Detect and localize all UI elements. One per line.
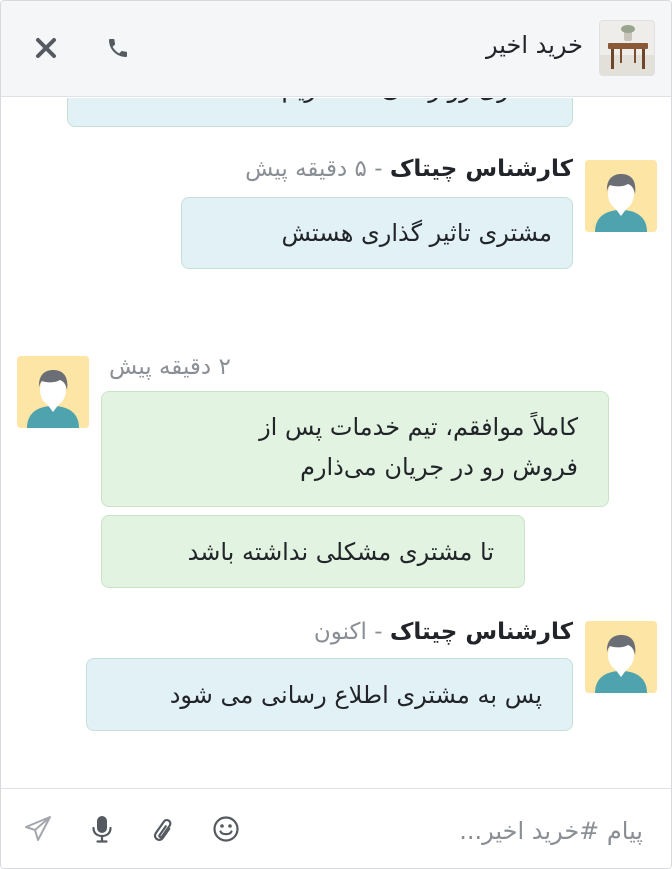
message-author: کارشناس چیتاک: [389, 619, 573, 645]
message-bubble: کاملاً موافقم، تیم خدمات پس از فروش رو د…: [101, 391, 609, 507]
message-time: - اکنون: [313, 619, 390, 645]
avatar: [17, 356, 89, 428]
message-text-line: فروش رو در جریان می‌ذارم: [300, 453, 578, 481]
chat-header: خرید اخیر: [1, 1, 671, 97]
voice-button[interactable]: [85, 811, 119, 847]
message-time: - ۵ دقیقه پیش: [245, 156, 390, 182]
user-avatar-icon: [585, 160, 657, 232]
chat-window: خرید اخیر مشتری رو راضی نگه داریم: [0, 0, 672, 869]
message-list[interactable]: مشتری رو راضی نگه داریم کارشناس چیتاک - …: [1, 98, 671, 788]
message-text: پس به مشتری اطلاع رسانی می شود: [169, 681, 542, 709]
avatar: [585, 160, 657, 232]
attach-button[interactable]: [145, 811, 179, 847]
microphone-icon: [92, 816, 112, 843]
close-button[interactable]: [31, 31, 61, 65]
user-avatar-icon: [585, 621, 657, 693]
message-bubble: کاملاً موافقم، تیم خدمات پس از مشتری تاث…: [181, 197, 573, 269]
message-input[interactable]: [343, 813, 643, 849]
message-bubble: پس به مشتری اطلاع رسانی می شود: [86, 658, 573, 731]
channel-thumbnail: [599, 20, 655, 76]
message-header: ۲ دقیقه پیش: [109, 354, 231, 380]
message-bubble: مشتری رو راضی نگه داریم: [67, 98, 573, 127]
message-bubble: تا مشتری مشکلی نداشته باشد: [101, 515, 525, 588]
send-icon: [25, 816, 51, 841]
message-composer: [1, 788, 671, 868]
paperclip-icon: [153, 818, 172, 841]
emoji-button[interactable]: [209, 811, 243, 847]
message-time: ۲ دقیقه پیش: [109, 354, 231, 380]
close-icon: [36, 38, 56, 58]
avatar: [585, 621, 657, 693]
message-text: مشتری تاثیر گذاری هستش: [281, 219, 552, 247]
message-text-line: کاملاً موافقم، تیم خدمات پس از: [259, 413, 578, 441]
message-text: تا مشتری مشکلی نداشته باشد: [187, 538, 494, 566]
user-avatar-icon: [17, 356, 89, 428]
emoji-icon: [213, 816, 239, 842]
phone-icon: [109, 39, 127, 57]
chat-title: خرید اخیر: [486, 31, 583, 59]
call-button[interactable]: [103, 31, 133, 65]
message-header: کارشناس چیتاک - ۵ دقیقه پیش: [245, 156, 573, 182]
message-text: مشتری رو راضی نگه داریم: [88, 98, 552, 109]
coffee-table-image: [600, 21, 654, 75]
message-header: کارشناس چیتاک - اکنون: [314, 619, 573, 645]
message-author: کارشناس چیتاک: [389, 156, 573, 182]
send-button[interactable]: [21, 811, 55, 847]
